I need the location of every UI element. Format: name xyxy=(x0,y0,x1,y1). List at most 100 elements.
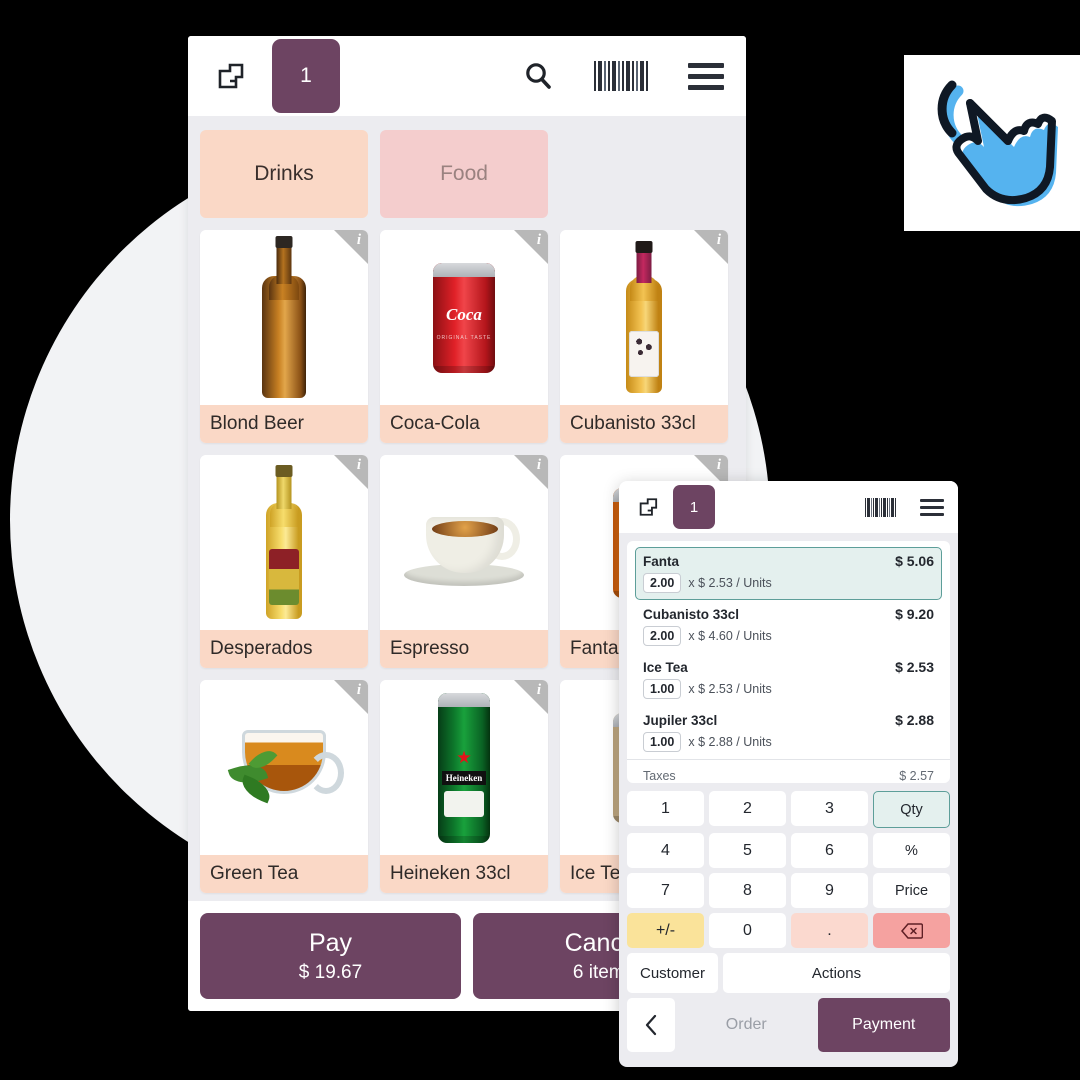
cart-line-item[interactable]: Ice Tea $ 2.53 1.00 x $ 2.53 / Units xyxy=(635,653,942,706)
bottle-amber-art xyxy=(626,240,662,393)
category-food-label: Food xyxy=(440,162,488,185)
actions-button-label: Actions xyxy=(811,964,862,982)
key-2[interactable]: 2 xyxy=(709,791,786,826)
product-tile-coca-cola[interactable]: Coca ORIGINAL TASTE i Coca-Cola xyxy=(380,230,548,443)
product-image: Heineken i xyxy=(380,680,548,855)
cart-line-details: 2.00 x $ 2.53 / Units xyxy=(643,573,934,593)
info-corner[interactable] xyxy=(514,230,548,264)
product-name: Desperados xyxy=(200,630,368,668)
key-discount[interactable]: % xyxy=(873,833,950,868)
key-4[interactable]: 4 xyxy=(627,833,704,868)
product-image: i xyxy=(200,680,368,855)
backspace-icon[interactable] xyxy=(873,913,950,948)
cart-line-qty[interactable]: 2.00 xyxy=(643,573,682,593)
key-3[interactable]: 3 xyxy=(791,791,868,826)
cart-line-name: Ice Tea xyxy=(643,660,688,675)
cart-line-name: Fanta xyxy=(643,554,680,569)
order-nav-row: Order Payment xyxy=(627,998,950,1052)
cart-line-details: 1.00 x $ 2.88 / Units xyxy=(643,732,934,752)
info-corner[interactable] xyxy=(334,230,368,264)
product-tile-green-tea[interactable]: i Green Tea xyxy=(200,680,368,893)
cart-line-unitprice: x $ 2.53 / Units xyxy=(688,682,772,696)
info-corner[interactable] xyxy=(514,455,548,489)
info-corner[interactable] xyxy=(514,680,548,714)
key-qty[interactable]: Qty xyxy=(873,791,950,828)
info-icon[interactable]: i xyxy=(357,232,361,249)
search-icon[interactable] xyxy=(522,60,554,92)
tea-glass-art xyxy=(227,729,344,806)
cart-line-item[interactable]: Fanta $ 5.06 2.00 x $ 2.53 / Units xyxy=(635,547,942,600)
cart-line-price: $ 9.20 xyxy=(895,606,934,622)
info-corner[interactable] xyxy=(334,680,368,714)
key-1[interactable]: 1 xyxy=(627,791,704,826)
payment-tab-button[interactable]: Payment xyxy=(817,998,950,1052)
product-name: Coca-Cola xyxy=(380,405,548,443)
info-icon[interactable]: i xyxy=(537,457,541,474)
info-icon[interactable]: i xyxy=(537,232,541,249)
key-8[interactable]: 8 xyxy=(709,873,786,908)
order-panel-topbar: 1 xyxy=(619,481,958,533)
barcode-glyph xyxy=(594,61,648,91)
bottle-gold-art xyxy=(266,464,302,619)
cart-line-details: 1.00 x $ 2.53 / Units xyxy=(643,679,934,699)
cart-line-item[interactable]: Jupiler 33cl $ 2.88 1.00 x $ 2.88 / Unit… xyxy=(635,706,942,759)
info-icon[interactable]: i xyxy=(537,682,541,699)
barcode-icon[interactable] xyxy=(865,497,896,517)
cart-card: Fanta $ 5.06 2.00 x $ 2.53 / Units Cuban… xyxy=(627,541,950,783)
hamburger-menu-icon[interactable] xyxy=(688,62,724,90)
key-9[interactable]: 9 xyxy=(791,873,868,908)
can-red-art: Coca ORIGINAL TASTE xyxy=(433,262,495,373)
product-tile-cubanisto-33cl[interactable]: i Cubanisto 33cl xyxy=(560,230,728,443)
pos-order-number-chip[interactable]: 1 xyxy=(272,39,340,113)
actions-button[interactable]: Actions xyxy=(723,953,950,993)
key-label: % xyxy=(905,842,918,859)
key-6[interactable]: 6 xyxy=(791,833,868,868)
key-label: 9 xyxy=(825,881,834,899)
order-tab-button[interactable]: Order xyxy=(680,998,813,1052)
info-icon[interactable]: i xyxy=(717,232,721,249)
category-bar: Drinks Food xyxy=(188,116,746,226)
cart-line-item[interactable]: Cubanisto 33cl $ 9.20 2.00 x $ 4.60 / Un… xyxy=(635,600,942,653)
order-panel-order-number-chip[interactable]: 1 xyxy=(673,485,715,529)
pos-order-number: 1 xyxy=(300,64,312,87)
barcode-icon[interactable] xyxy=(594,61,648,91)
info-icon[interactable]: i xyxy=(717,457,721,474)
restore-window-icon[interactable] xyxy=(212,59,246,93)
info-corner[interactable] xyxy=(694,230,728,264)
info-corner[interactable] xyxy=(334,455,368,489)
customer-button[interactable]: Customer xyxy=(627,953,718,993)
product-image: i xyxy=(560,230,728,405)
info-icon[interactable]: i xyxy=(357,682,361,699)
info-icon[interactable]: i xyxy=(357,457,361,474)
hamburger-glyph xyxy=(688,62,724,90)
key-7[interactable]: 7 xyxy=(627,873,704,908)
key-sign[interactable]: +/- xyxy=(627,913,704,948)
hamburger-glyph xyxy=(920,498,944,516)
key-5[interactable]: 5 xyxy=(709,833,786,868)
product-tile-heineken-33cl[interactable]: Heineken i Heineken 33cl xyxy=(380,680,548,893)
chevron-left-icon[interactable] xyxy=(627,998,675,1052)
key-label: 5 xyxy=(743,841,752,859)
key-0[interactable]: 0 xyxy=(709,913,786,948)
hamburger-menu-icon[interactable] xyxy=(896,498,944,516)
key-label: . xyxy=(827,921,832,939)
key-label: 4 xyxy=(661,841,670,859)
cart-line-qty[interactable]: 1.00 xyxy=(643,679,682,699)
category-food[interactable]: Food xyxy=(380,130,548,218)
product-tile-espresso[interactable]: i Espresso xyxy=(380,455,548,668)
product-name: Green Tea xyxy=(200,855,368,893)
cart-line-details: 2.00 x $ 4.60 / Units xyxy=(643,626,934,646)
product-name: Cubanisto 33cl xyxy=(560,405,728,443)
product-tile-blond-beer[interactable]: i Blond Beer xyxy=(200,230,368,443)
key-decimal[interactable]: . xyxy=(791,913,868,948)
category-drinks[interactable]: Drinks xyxy=(200,130,368,218)
cart-line-qty[interactable]: 2.00 xyxy=(643,626,682,646)
cart-line-header: Cubanisto 33cl $ 9.20 xyxy=(643,606,934,622)
key-price[interactable]: Price xyxy=(873,873,950,908)
tap-cursor-card xyxy=(904,55,1080,231)
cart-line-qty[interactable]: 1.00 xyxy=(643,732,682,752)
pay-button[interactable]: Pay $ 19.67 xyxy=(200,913,461,999)
restore-window-icon[interactable] xyxy=(635,495,659,519)
payment-tab-label: Payment xyxy=(852,1016,916,1033)
product-tile-desperados[interactable]: i Desperados xyxy=(200,455,368,668)
